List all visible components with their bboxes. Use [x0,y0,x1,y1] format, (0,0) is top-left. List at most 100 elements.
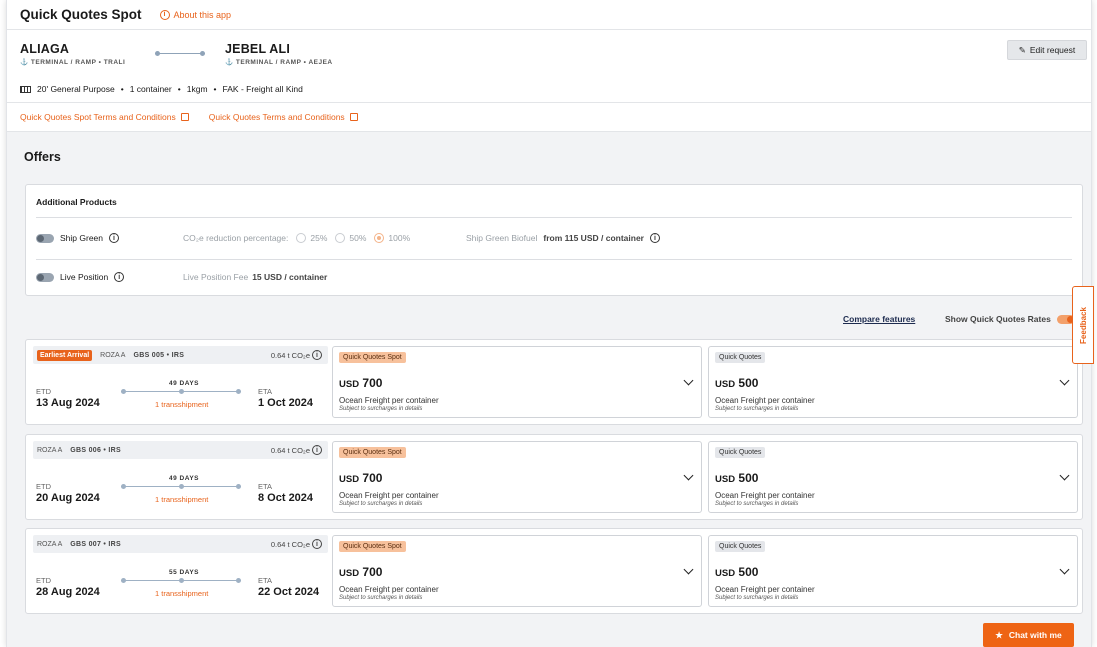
transshipment-link[interactable]: 1 transshipment [155,495,208,504]
schedule: Earliest Arrival ROZA A GBS 005 • IRS 0.… [33,346,328,418]
offer-card: ROZA A GBS 006 • IRS 0.64 t CO₂e i ETD 20… [25,434,1083,520]
std-price: USD 500 [715,471,759,485]
about-label: About this app [173,9,232,20]
eta-label: ETA [258,387,273,396]
radio-25[interactable] [296,233,307,243]
divider [36,259,1072,260]
eta-date: 1 Oct 2024 [258,397,314,409]
ship-green-toggle[interactable] [36,233,54,243]
chevron-down-icon[interactable] [1059,564,1070,575]
info-icon: i [159,9,170,20]
container-count: 1 container [129,84,172,94]
schedule-line [121,578,241,583]
info-icon[interactable]: i [312,445,322,455]
earliest-arrival-badge: Earliest Arrival [37,349,93,361]
spot-price: USD 700 [339,471,383,485]
show-rates-label: Show Quick Quotes Rates [945,314,1051,324]
schedule: ROZA A GBS 006 • IRS 0.64 t CO₂e i ETD 20… [33,441,328,513]
transit-days: 55 DAYS [169,569,199,576]
external-link-icon [349,113,358,121]
request-summary: ALIAGA ⚓ TERMINAL / RAMP • TRALI JEBEL A… [7,30,1091,103]
co2-value: 0.64 t CO₂e [270,445,310,455]
about-link[interactable]: i About this app [159,9,232,20]
pencil-icon: ✎ [1018,44,1026,55]
live-position-row: Live Position i [36,272,125,282]
edit-request-button[interactable]: ✎ Edit request [1007,40,1087,60]
additional-products-title: Additional Products [36,197,117,207]
schedule-line [121,484,241,489]
feedback-label: Feedback [1078,306,1088,344]
info-icon[interactable]: i [312,350,322,360]
origin: ALIAGA ⚓ TERMINAL / RAMP • TRALI [20,42,125,66]
std-quote[interactable]: Quick Quotes USD 500 Ocean Freight per c… [708,535,1078,607]
schedule-header: ROZA A GBS 007 • IRS 0.64 t CO₂e i [33,535,328,553]
live-position-label: Live Position [60,272,109,282]
info-icon[interactable]: i [649,233,660,243]
eta-date: 22 Oct 2024 [258,586,320,598]
anchor-icon: ⚓ [20,59,29,66]
cargo-weight: 1kgm [186,84,208,94]
anchor-icon: ⚓ [225,59,234,66]
std-terms-label: Quick Quotes Terms and Conditions [208,112,345,122]
price-description: Ocean Freight per container [715,585,815,594]
co2-value: 0.64 t CO₂e [270,539,310,549]
spot-price: USD 700 [339,376,383,390]
container-type: 20' General Purpose [37,84,115,94]
spot-quote[interactable]: Quick Quotes Spot USD 700 Ocean Freight … [332,535,702,607]
vessel-name: ROZA A [37,446,63,454]
std-quote[interactable]: Quick Quotes USD 500 Ocean Freight per c… [708,441,1078,513]
vessel-name: ROZA A [37,540,63,548]
live-fee-price: 15 USD / container [252,272,328,282]
price-note: Subject to surcharges in details [715,501,799,507]
option-25: 25% [310,233,328,243]
std-badge: Quick Quotes [715,447,766,458]
etd-label: ETD [36,387,51,396]
price-description: Ocean Freight per container [715,491,815,500]
terms-bar: Quick Quotes Spot Terms and Conditions Q… [7,103,1091,132]
info-icon[interactable]: i [114,272,125,282]
co2-reduction-label: CO₂e reduction percentage: [183,233,289,243]
schedule-line [121,389,241,394]
chevron-down-icon[interactable] [683,564,694,575]
biofuel-label: Ship Green Biofuel [466,233,538,243]
info-icon[interactable]: i [312,539,322,549]
top-bar: Quick Quotes Spot i About this app [7,0,1091,30]
service-code: GBS 005 • IRS [133,351,185,359]
radio-50[interactable] [335,233,346,243]
std-terms-link[interactable]: Quick Quotes Terms and Conditions [209,112,358,122]
chevron-down-icon[interactable] [1059,375,1070,386]
spot-quote[interactable]: Quick Quotes Spot USD 700 Ocean Freight … [332,346,702,418]
feedback-tab[interactable]: Feedback [1072,286,1094,364]
std-price: USD 500 [715,565,759,579]
offers-title: Offers [24,150,61,164]
chat-label: Chat with me [1008,630,1062,640]
spot-badge: Quick Quotes Spot [339,352,406,363]
chevron-down-icon[interactable] [683,470,694,481]
chevron-down-icon[interactable] [683,375,694,386]
transshipment-link[interactable]: 1 transshipment [155,589,208,598]
std-price: USD 500 [715,376,759,390]
info-icon[interactable]: i [109,233,119,243]
chevron-down-icon[interactable] [1059,470,1070,481]
chat-with-me-button[interactable]: ★ Chat with me [983,623,1074,647]
etd-label: ETD [36,576,51,585]
std-quote[interactable]: Quick Quotes USD 500 Ocean Freight per c… [708,346,1078,418]
edit-request-label: Edit request [1029,45,1076,55]
transshipment-link[interactable]: 1 transshipment [155,400,208,409]
spot-quote[interactable]: Quick Quotes Spot USD 700 Ocean Freight … [332,441,702,513]
std-badge: Quick Quotes [715,352,766,363]
ship-green-row: Ship Green i [36,233,119,243]
price-note: Subject to surcharges in details [715,595,799,601]
etd-label: ETD [36,482,51,491]
spot-terms-link[interactable]: Quick Quotes Spot Terms and Conditions [20,112,189,122]
spot-badge: Quick Quotes Spot [339,541,406,552]
live-position-toggle[interactable] [36,272,54,282]
spot-terms-label: Quick Quotes Spot Terms and Conditions [20,112,176,122]
compare-features-link[interactable]: Compare features [843,314,915,324]
spot-badge: Quick Quotes Spot [339,447,406,458]
commodity: FAK - Freight all Kind [222,84,303,94]
destination: JEBEL ALI ⚓ TERMINAL / RAMP • AEJEA [225,42,333,66]
radio-100[interactable] [374,233,385,243]
cargo-summary: 20' General Purpose • 1 container • 1kgm… [20,84,303,94]
additional-products-panel: Additional Products Ship Green i CO₂e re… [25,184,1083,296]
